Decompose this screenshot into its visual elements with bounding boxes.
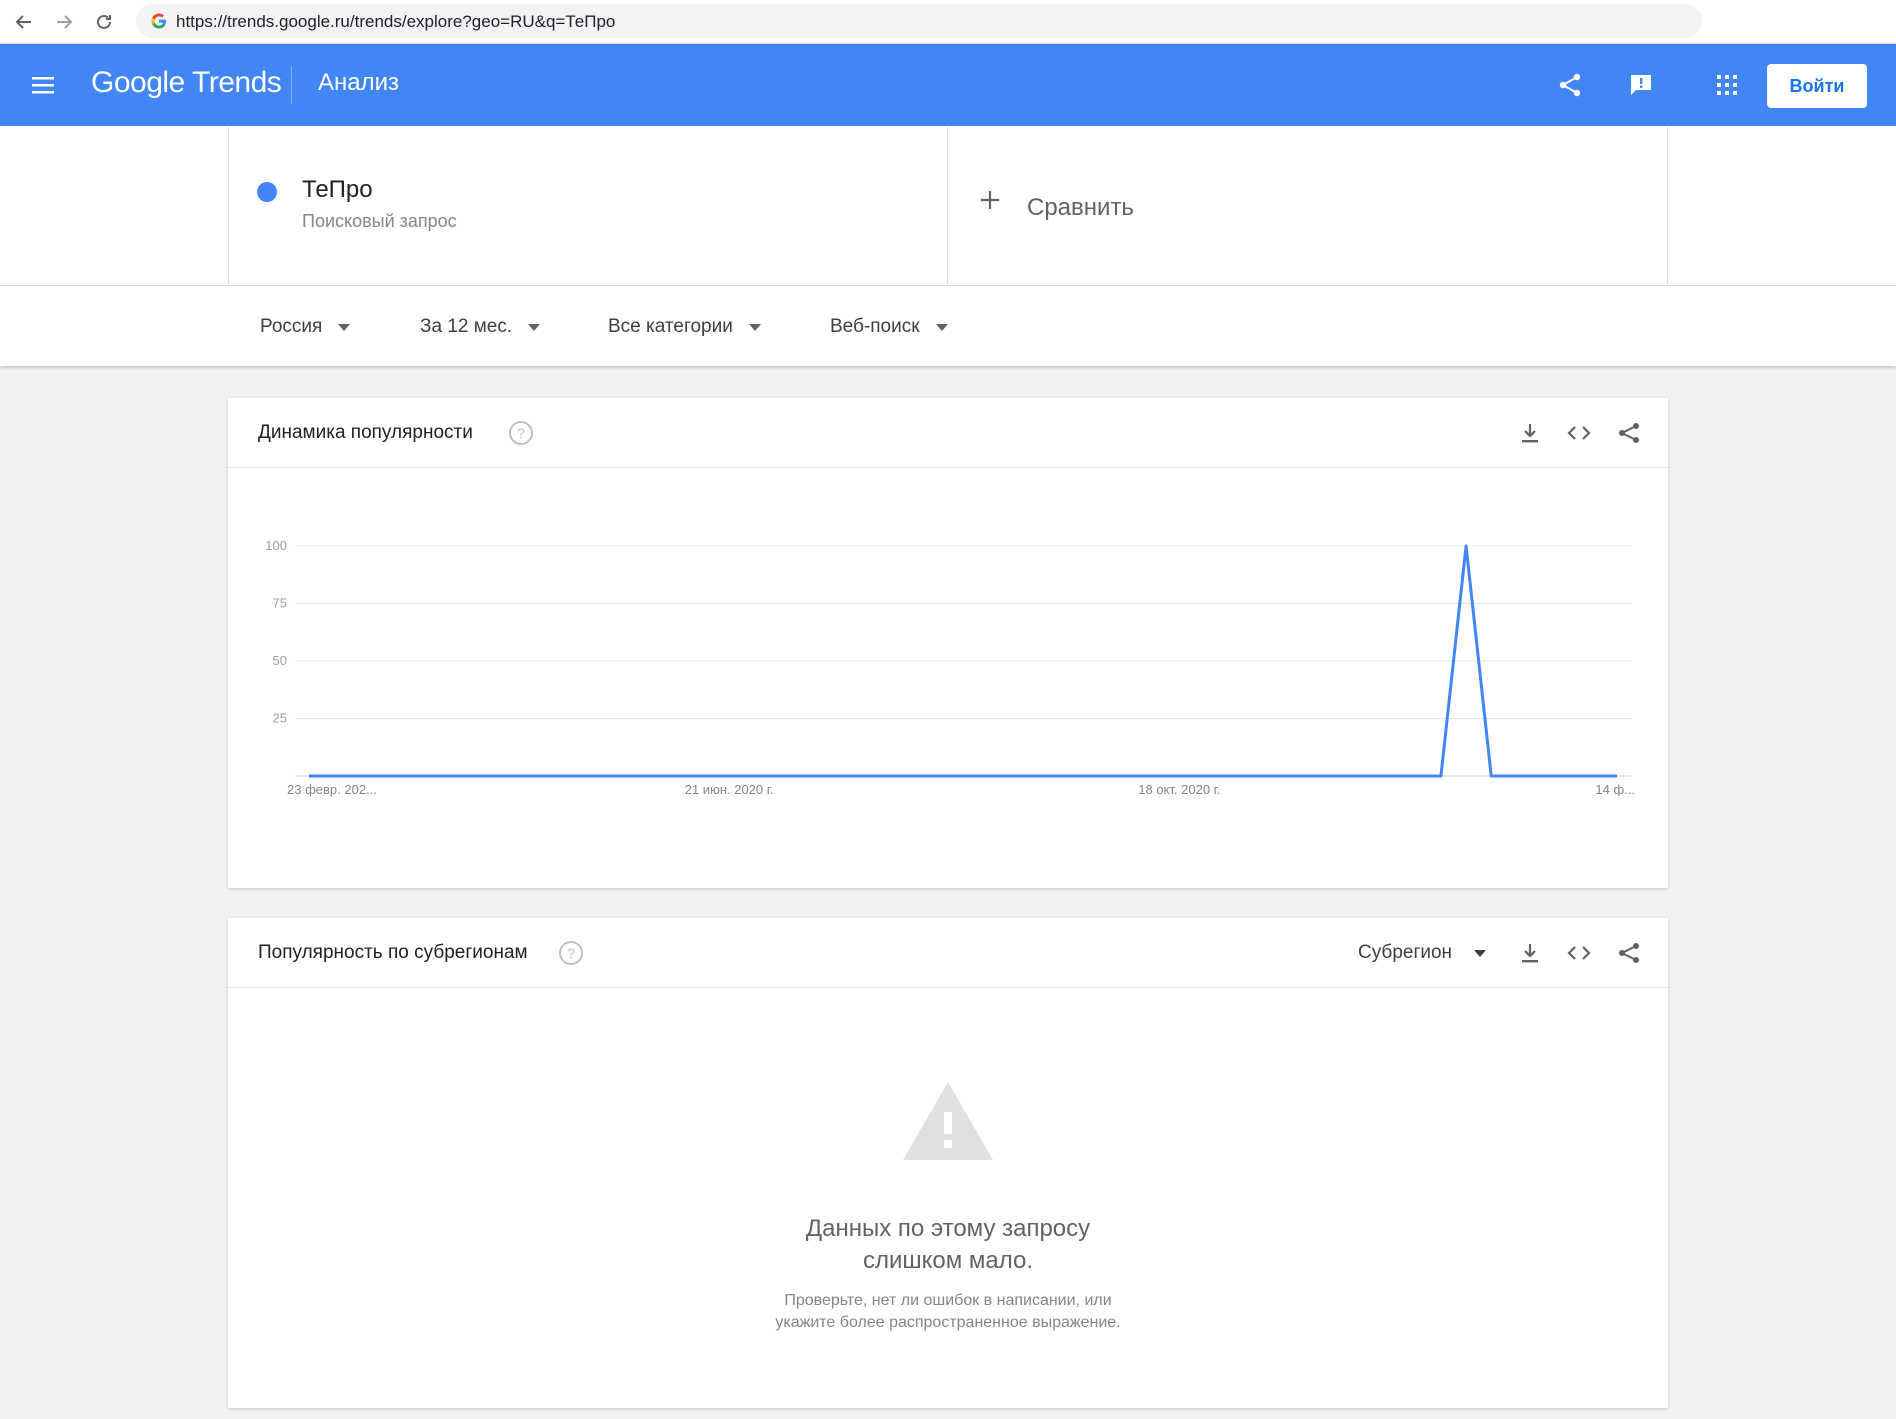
embed-code-icon[interactable] [1566, 420, 1592, 446]
share-icon[interactable] [1616, 420, 1642, 446]
interest-line-chart[interactable]: 25 50 75 100 23 февр. 202... 21 июн. 2020 г. 1… [228, 468, 1668, 888]
region-filter[interactable]: Россия [260, 316, 351, 338]
forward-icon[interactable] [52, 10, 76, 34]
embed-code-icon[interactable] [1566, 940, 1592, 966]
caret-down-icon [528, 323, 541, 331]
card-title: Динамика популярности [258, 422, 473, 443]
menu-icon[interactable] [30, 74, 56, 96]
page-title: Анализ [318, 69, 400, 96]
apps-grid-icon[interactable] [1713, 71, 1741, 99]
y-tick-label: 25 [273, 711, 287, 726]
card-title: Популярность по субрегионам [258, 942, 528, 963]
x-tick-label: 21 июн. 2020 г. [685, 782, 774, 797]
empty-state-title: Данных по этому запросу слишком мало. [228, 1213, 1668, 1277]
back-icon[interactable] [12, 10, 36, 34]
help-icon[interactable]: ? [508, 420, 534, 446]
empty-hint-line-1: Проверьте, нет ли ошибок в написании, ил… [784, 1292, 1112, 1309]
x-tick-label: 14 ф... [1595, 782, 1635, 797]
card-header: Популярность по субрегионам ? Субрегион [228, 918, 1668, 988]
period-filter-label: За 12 мес. [420, 316, 513, 337]
subregion-select[interactable]: Субрегион [1358, 942, 1487, 964]
google-trends-logo[interactable]: Google Trends [91, 66, 282, 100]
header-divider [291, 66, 292, 104]
app-header: Google Trends Анализ Войти [0, 44, 1896, 126]
caret-down-icon [748, 323, 761, 331]
y-tick-label: 75 [273, 596, 287, 611]
compare-label[interactable]: Сравнить [1027, 194, 1134, 222]
address-bar[interactable]: https://trends.google.ru/trends/explore?… [136, 4, 1702, 38]
download-icon[interactable] [1517, 420, 1543, 446]
card-header: Динамика популярности ? [228, 398, 1668, 468]
svg-text:?: ? [517, 425, 525, 441]
empty-state-hint: Проверьте, нет ли ошибок в написании, ил… [228, 1290, 1668, 1334]
empty-title-line-1: Данных по этому запросу [805, 1215, 1091, 1242]
period-filter[interactable]: За 12 мес. [420, 316, 541, 338]
compare-box[interactable]: Сравнить [948, 126, 1668, 286]
url-text: https://trends.google.ru/trends/explore?… [176, 12, 616, 31]
reload-icon[interactable] [92, 10, 116, 34]
x-tick-label: 23 февр. 202... [287, 782, 377, 797]
share-icon[interactable] [1556, 71, 1584, 99]
term-color-dot [257, 182, 277, 202]
search-type-filter-label: Веб-поиск [830, 316, 920, 337]
term-type: Поисковый запрос [302, 211, 457, 231]
category-filter-label: Все категории [608, 316, 733, 337]
share-icon[interactable] [1616, 940, 1642, 966]
term-name[interactable]: ТеПро [302, 176, 373, 204]
search-type-filter[interactable]: Веб-поиск [830, 316, 948, 338]
y-tick-label: 50 [273, 653, 287, 668]
subregion-select-label: Субрегион [1358, 942, 1453, 963]
plus-icon [978, 188, 1002, 212]
browser-toolbar: https://trends.google.ru/trends/explore?… [0, 0, 1896, 44]
svg-text:?: ? [567, 945, 575, 961]
region-filter-label: Россия [260, 316, 323, 337]
help-icon[interactable]: ? [558, 940, 584, 966]
download-icon[interactable] [1517, 940, 1543, 966]
caret-down-icon [935, 323, 948, 331]
category-filter[interactable]: Все категории [608, 316, 761, 338]
empty-hint-line-2: укажите более распространенное выражение… [775, 1314, 1121, 1331]
filter-bar: Россия За 12 мес. Все категории Веб-поис… [0, 286, 1896, 366]
empty-title-line-2: слишком мало. [862, 1247, 1034, 1274]
caret-down-icon [338, 323, 351, 331]
term-area: ТеПро Поисковый запрос Сравнить [0, 126, 1896, 286]
feedback-icon[interactable] [1627, 71, 1655, 99]
search-term-box[interactable]: ТеПро Поисковый запрос [228, 126, 948, 286]
x-tick-label: 18 окт. 2020 г. [1138, 782, 1220, 797]
caret-down-icon [1474, 949, 1487, 957]
interest-by-subregion-card: Популярность по субрегионам ? Субрегион [228, 918, 1668, 1408]
y-tick-label: 100 [265, 538, 287, 553]
google-favicon-icon [150, 12, 168, 35]
login-button[interactable]: Войти [1767, 64, 1867, 108]
warning-icon [900, 1078, 996, 1169]
interest-over-time-card: Динамика популярности ? 25 50 75 100 23 февр… [228, 398, 1668, 888]
